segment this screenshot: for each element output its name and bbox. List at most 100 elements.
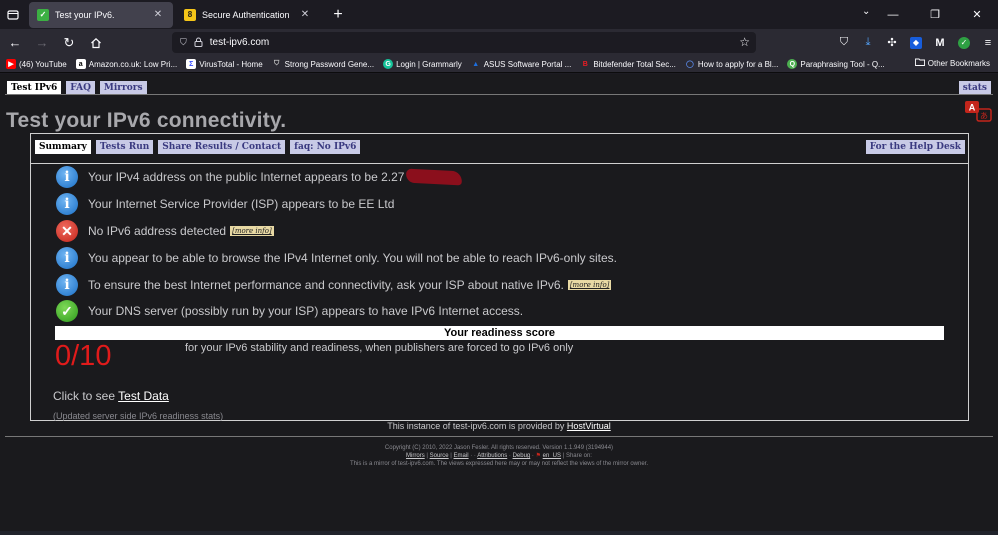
bookmark-bitdefender[interactable]: B Bitdefender Total Sec... [580,59,676,69]
more-info-link[interactable]: [more info] [230,226,274,236]
bookmark-label: Paraphrasing Tool - Q... [800,59,885,69]
menu-hamburger-icon[interactable]: ≡ [976,32,998,53]
window-controls: — ❐ ✕ [872,0,998,29]
footer-locale-link[interactable]: en_US [543,453,561,459]
more-info-link[interactable]: [more info] [567,280,612,290]
bookmark-label: Strong Password Gene... [284,59,375,69]
provided-by: This instance of test-ipv6.com is provid… [0,421,998,431]
footer-email-link[interactable]: Email [454,453,469,459]
list-all-tabs-button[interactable] [0,2,26,28]
svg-text:あ: あ [980,112,988,121]
test-data-link[interactable]: Test Data [118,389,169,403]
nav-test-ipv6[interactable]: Test IPv6 [7,81,62,95]
address-bar[interactable]: ⛉ test-ipv6.com ☆ [172,32,756,53]
nav-mirrors[interactable]: Mirrors [99,81,147,95]
share-on-label: Share on: [565,453,592,459]
forward-arrow-icon[interactable]: → [30,31,54,55]
result-ipv4-only: i You appear to be able to browse the IP… [56,247,617,269]
tab-secure-authentication[interactable]: 8 Secure Authentication ✕ [176,2,320,28]
close-tab-icon[interactable]: ✕ [151,9,165,20]
navigation-toolbar: ← → ↻ ⛉ test-ipv6.com ☆ ⛉ ⤓ ✣ ◆ M ✓ ≡ [0,29,998,56]
amazon-icon: a [75,59,86,69]
bookmark-virustotal[interactable]: Σ VirusTotal - Home [186,59,263,69]
checkmark-favicon-icon: ✓ [37,8,49,21]
bitdefender-icon: B [582,60,588,68]
footer-source-link[interactable]: Source [430,453,449,459]
bitwarden-icon[interactable]: ◆ [904,32,928,53]
reload-icon[interactable]: ↻ [57,31,81,55]
info-icon: i [56,193,78,215]
youtube-icon: ▶ [6,59,16,69]
result-no-ipv6: ✕ No IPv6 address detected [more info] [56,220,274,242]
test-data-prefix: Click to see [53,389,119,403]
stats-link[interactable]: stats [958,81,991,95]
info-icon: i [56,247,78,269]
bookmark-label: ASUS Software Portal ... [483,59,572,69]
tab-list-icon [7,9,19,20]
footer-links: Mirrors | Source | Email · · Attribution… [406,453,592,459]
result-text: No IPv6 address detected [88,224,227,238]
close-window-icon[interactable]: ✕ [956,8,998,21]
home-icon[interactable] [84,31,108,55]
nav-faq[interactable]: FAQ [66,81,95,95]
footer-debug-link[interactable]: Debug [513,453,531,459]
bookmark-paraphrasing[interactable]: Q Paraphrasing Tool - Q... [787,59,885,69]
new-tab-plus-icon[interactable]: + [328,6,348,24]
download-icon[interactable]: ⤓ [856,32,880,53]
back-arrow-icon[interactable]: ← [3,31,27,55]
result-isp: i Your Internet Service Provider (ISP) a… [56,193,394,215]
folder-icon [914,58,925,68]
test-data-line: Click to see Test Data [53,389,169,403]
divider [31,163,968,164]
page-info-icon[interactable] [194,37,203,49]
shield-check-icon[interactable]: ✓ [952,32,976,53]
checkmark-icon: ✓ [56,300,78,322]
tab-faq-no-ipv6[interactable]: faq: No IPv6 [290,140,361,154]
tab-share-results[interactable]: Share Results / Contact [158,140,286,154]
restore-icon[interactable]: ❐ [914,8,956,21]
copyright: Copyright (C) 2010, 2022 Jason Fesler. A… [384,445,614,451]
info-icon: i [56,274,78,296]
minimize-icon[interactable]: — [872,9,914,21]
result-text: Your IPv4 address on the public Internet… [88,170,405,184]
bookmark-password-generator[interactable]: ⛉ Strong Password Gene... [272,59,374,69]
footer-attributions-link[interactable]: Attributions [477,453,507,459]
info-icon: i [56,166,78,188]
chevron-down-icon[interactable]: ⌄ [862,6,870,17]
bookmark-label: (46) YouTube [19,59,67,69]
bookmark-youtube[interactable]: ▶ (46) YouTube [6,59,67,69]
bookmark-label: VirusTotal - Home [199,59,263,69]
hostvirtual-link[interactable]: HostVirtual [567,421,611,431]
pocket-icon[interactable]: ⛉ [832,32,856,53]
site-nav: Test IPv6 FAQ Mirrors [7,81,152,95]
translate-icon[interactable]: A あ [964,100,994,124]
auth-favicon-icon: 8 [184,8,196,21]
close-tab-icon[interactable]: ✕ [298,9,312,20]
tab-test-ipv6[interactable]: ✓ Test your IPv6. ✕ [29,1,173,28]
other-bookmarks[interactable]: Other Bookmarks [914,58,990,68]
bookmark-star-icon[interactable]: ☆ [739,35,750,49]
updated-stats-note: (Updated server side IPv6 readiness stat… [53,411,224,421]
error-x-icon: ✕ [56,220,78,242]
taskbar-edge [0,531,998,535]
result-text: To ensure the best Internet performance … [88,278,564,292]
malwarebytes-icon[interactable]: M [928,32,952,53]
tab-summary[interactable]: Summary [35,140,91,154]
footer-mirrors-link[interactable]: Mirrors [406,453,425,459]
shield-icon: ⛉ [274,60,280,67]
bookmark-amazon[interactable]: a Amazon.co.uk: Low Pri... [75,59,177,69]
bookmark-grammarly[interactable]: G Login | Grammarly [383,59,462,69]
tab-tests-run[interactable]: Tests Run [95,140,154,154]
bookmark-label: How to apply for a Bl... [697,59,779,69]
bookmark-asus[interactable]: ▲ ASUS Software Portal ... [471,59,572,69]
results-tabs: Summary Tests Run Share Results / Contac… [35,140,365,154]
help-desk-link[interactable]: For the Help Desk [865,140,965,154]
other-bookmarks-label: Other Bookmarks [927,58,990,68]
mirror-note: This is a mirror of test-ipv6.com. The v… [350,461,648,467]
grammarly-icon: G [383,59,394,69]
tracking-shield-icon[interactable]: ⛉ [180,37,187,48]
redaction-mark [406,168,463,186]
extensions-puzzle-icon[interactable]: ✣ [880,32,904,53]
tab-title: Test your IPv6. [55,9,115,20]
bookmark-how-to-apply[interactable]: ◯ How to apply for a Bl... [685,59,778,69]
